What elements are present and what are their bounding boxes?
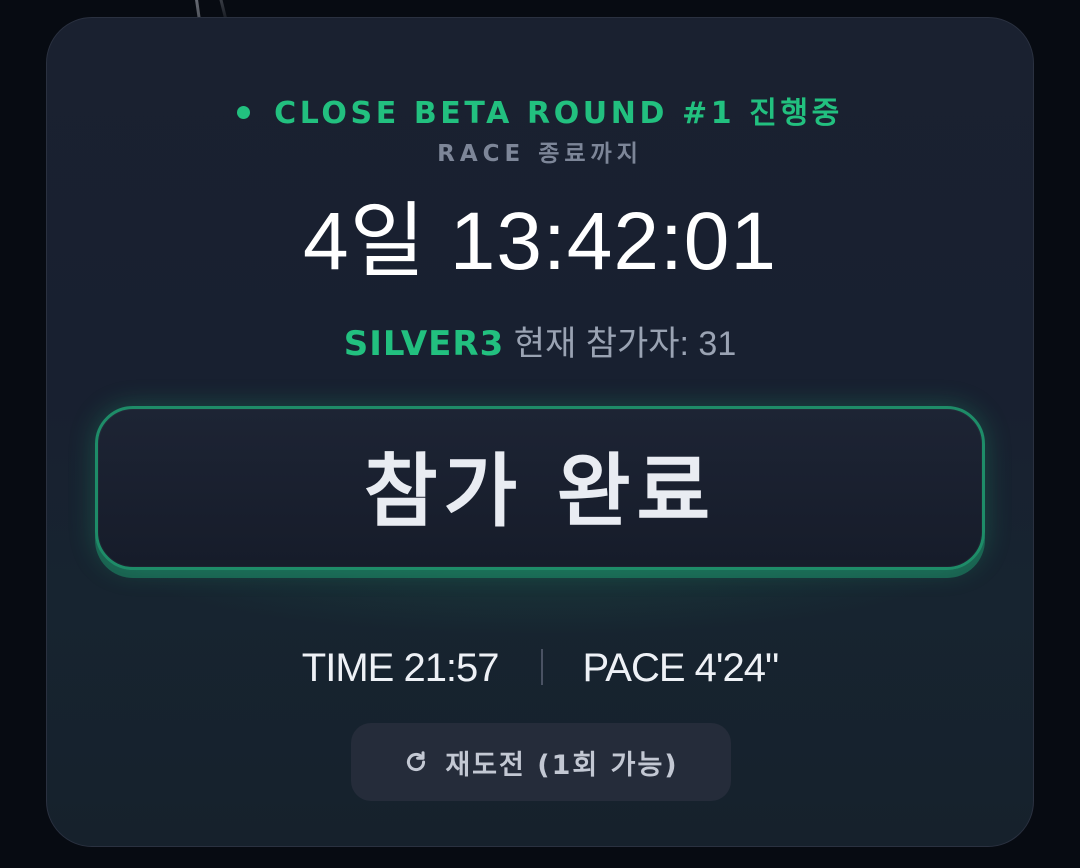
round-status: CLOSE BETA ROUND #1 진행중 [47,88,1033,132]
join-button-label: 참가 완료 [363,445,717,538]
refresh-icon [407,751,426,772]
pace-stat: PACE 4'24" [582,646,780,690]
retry-button[interactable]: 재도전 (1회 가능) [351,723,731,801]
time-stat: TIME 21:57 [301,646,500,690]
participant-info: SILVER3 현재 참가자: 31 [47,316,1033,365]
participant-count: 현재 참가자: 31 [513,325,737,363]
stats-divider [540,649,543,685]
run-stats: TIME 21:57 PACE 4'24" [47,646,1033,691]
button-glow [107,558,977,638]
race-card: CLOSE BETA ROUND #1 진행중 RACE 종료까지 4일 13:… [46,17,1034,847]
round-status-label: CLOSE BETA ROUND #1 진행중 [274,96,843,131]
tier-badge: SILVER3 [343,324,505,364]
status-dot-icon [237,106,251,119]
race-end-label: RACE 종료까지 [437,141,643,167]
retry-button-label: 재도전 (1회 가능) [445,749,679,781]
screen: CLOSE BETA ROUND #1 진행중 RACE 종료까지 4일 13:… [0,0,1080,868]
countdown-timer: 4일 13:42:01 [302,196,778,287]
join-complete-button[interactable]: 참가 완료 [95,406,985,570]
